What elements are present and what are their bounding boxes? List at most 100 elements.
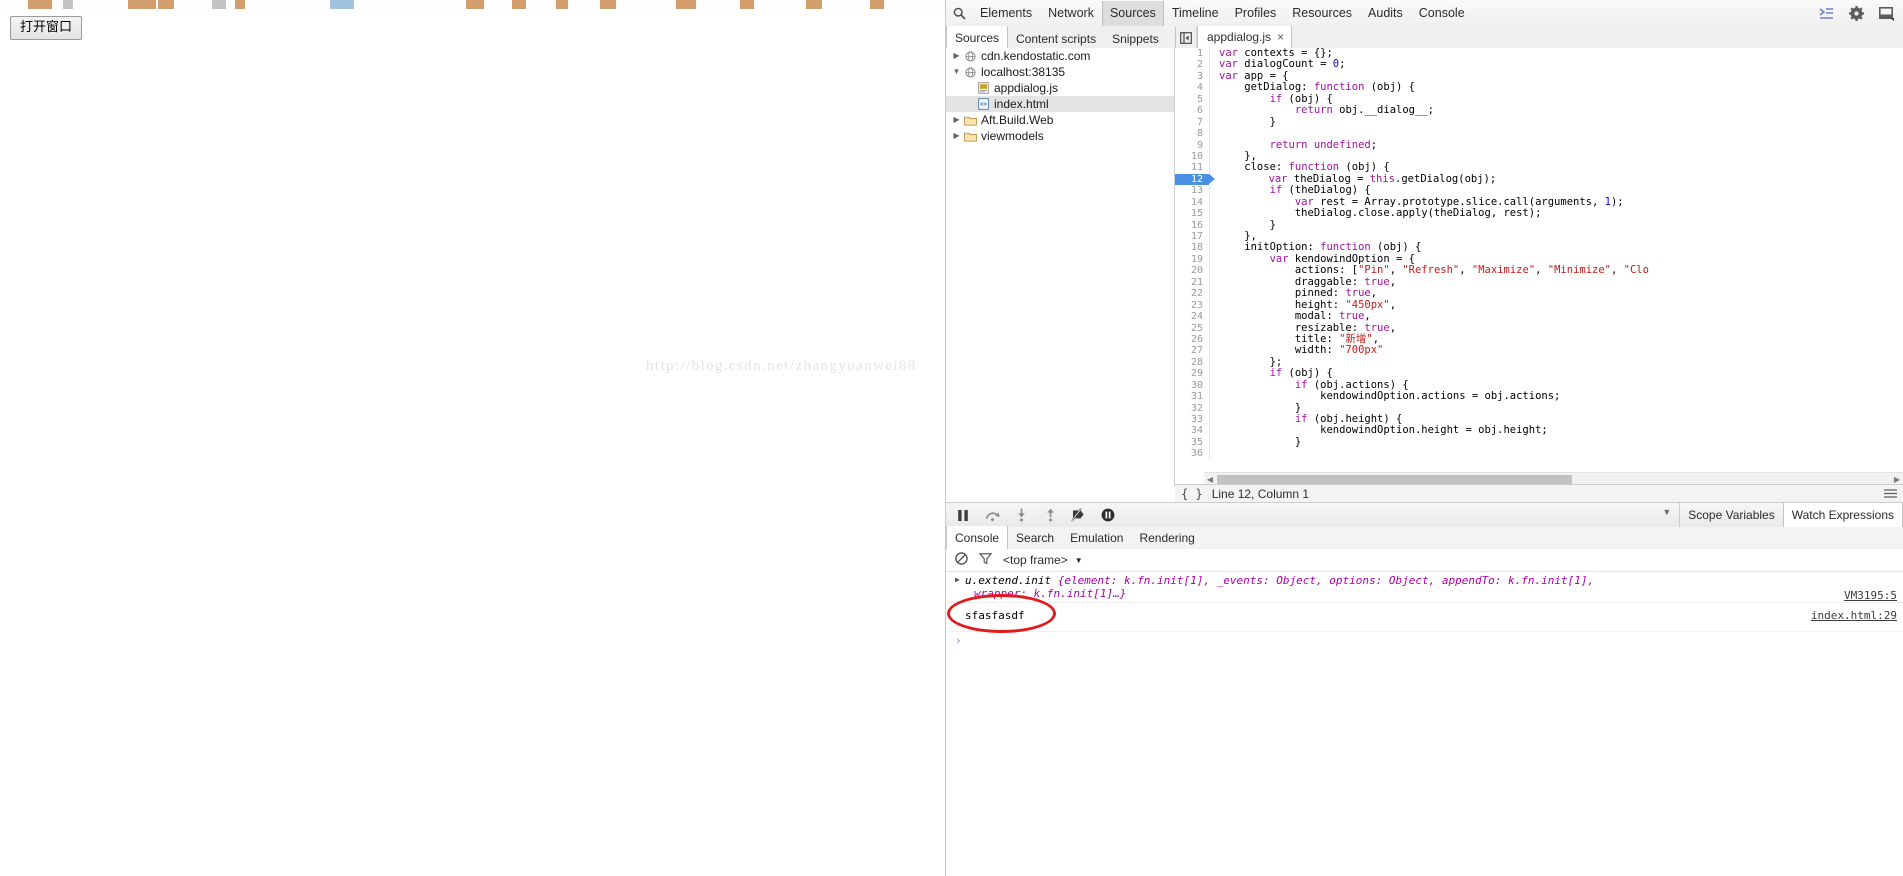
execution-context-selector[interactable]: <top frame> ▼: [1003, 553, 1083, 567]
line-number[interactable]: 3: [1175, 70, 1210, 83]
drawer-tab-search[interactable]: Search: [1008, 527, 1062, 549]
chevron-right-icon[interactable]: ▶: [950, 112, 963, 128]
drawer-tab-rendering[interactable]: Rendering: [1131, 527, 1202, 549]
sidebar-tab-scope-variables[interactable]: Scope Variables: [1680, 503, 1783, 527]
file-navigator[interactable]: ▶ cdn.kendostatic.com ▼ localhost:38135 …: [946, 48, 1175, 486]
console-source-link[interactable]: VM3195:5: [1844, 589, 1897, 602]
console-output[interactable]: ▶ u.extend.init {element: k.fn.init[1], …: [946, 572, 1903, 876]
line-number[interactable]: 27: [1175, 345, 1210, 357]
console-source-link[interactable]: index.html:29: [1811, 609, 1897, 622]
line-number[interactable]: 25: [1175, 322, 1210, 334]
chevron-right-icon[interactable]: ▶: [950, 48, 963, 64]
line-number[interactable]: 34: [1175, 425, 1210, 437]
line-number[interactable]: 24: [1175, 311, 1210, 323]
line-number[interactable]: 12: [1175, 173, 1215, 186]
code-line[interactable]: 22 pinned: true,: [1175, 287, 1903, 300]
line-number[interactable]: 5: [1175, 93, 1210, 106]
chevron-right-icon[interactable]: ▶: [950, 128, 963, 144]
line-number[interactable]: 30: [1175, 379, 1210, 392]
nav-tab-sources[interactable]: Sources: [946, 26, 1009, 48]
code-line[interactable]: 27 width: "700px": [1175, 344, 1903, 357]
line-number[interactable]: 2: [1175, 59, 1210, 71]
nav-tab-snippets[interactable]: Snippets: [1104, 27, 1167, 48]
nav-tab-content-scripts[interactable]: Content scripts: [1008, 27, 1104, 48]
line-number[interactable]: 14: [1175, 196, 1210, 209]
step-out-button[interactable]: [1041, 506, 1059, 524]
panel-tab-profiles[interactable]: Profiles: [1227, 1, 1285, 26]
line-number[interactable]: 18: [1175, 242, 1210, 254]
more-options-icon[interactable]: [1884, 487, 1903, 501]
code-line[interactable]: 9 return undefined;: [1175, 139, 1903, 151]
line-number[interactable]: 15: [1175, 208, 1210, 220]
scroll-right-icon[interactable]: ▶: [1891, 475, 1903, 484]
panel-tab-elements[interactable]: Elements: [972, 1, 1040, 26]
line-number[interactable]: 16: [1175, 219, 1210, 232]
code-editor[interactable]: 1 var contexts = {}; 2 var dialogCount = 0;…: [1175, 48, 1903, 486]
chevron-down-icon[interactable]: ▼: [1662, 507, 1671, 517]
line-number[interactable]: 19: [1175, 253, 1210, 266]
line-number[interactable]: 17: [1175, 231, 1210, 243]
tree-item-appdialog-js[interactable]: appdialog.js: [946, 80, 1174, 96]
line-number[interactable]: 33: [1175, 414, 1210, 426]
tree-item-viewmodels[interactable]: ▶ viewmodels: [946, 128, 1174, 144]
code-line[interactable]: 29 if (obj) {: [1175, 367, 1903, 380]
line-number[interactable]: 22: [1175, 288, 1210, 300]
panel-tab-sources[interactable]: Sources: [1101, 1, 1164, 26]
drawer-tab-emulation[interactable]: Emulation: [1062, 527, 1131, 549]
line-number[interactable]: 29: [1175, 368, 1210, 380]
pause-resume-button[interactable]: [954, 506, 972, 524]
drawer-tab-console[interactable]: Console: [946, 526, 1009, 549]
console-message-text[interactable]: sfasfasdf index.html:29: [946, 603, 1903, 632]
expand-arrow-icon[interactable]: ▶: [955, 575, 960, 584]
clear-console-icon[interactable]: [955, 552, 968, 568]
code-line[interactable]: 7 }: [1175, 116, 1903, 129]
scroll-left-icon[interactable]: ◀: [1204, 475, 1216, 484]
close-icon[interactable]: ×: [1277, 30, 1284, 44]
line-number[interactable]: 10: [1175, 150, 1210, 163]
code-line[interactable]: 31 kendowindOption.actions = obj.actions…: [1175, 390, 1903, 403]
search-icon[interactable]: [946, 7, 972, 20]
gear-icon[interactable]: [1848, 5, 1865, 22]
tree-item-aft-build-web[interactable]: ▶ Aft.Build.Web: [946, 112, 1174, 128]
sidebar-tab-watch-expressions[interactable]: Watch Expressions: [1782, 503, 1903, 527]
filter-icon[interactable]: [978, 552, 993, 568]
line-number[interactable]: 11: [1175, 162, 1210, 174]
line-number[interactable]: 1: [1175, 48, 1210, 60]
line-number[interactable]: 6: [1175, 105, 1210, 117]
chevron-down-icon[interactable]: ▼: [950, 64, 963, 80]
step-over-button[interactable]: [983, 506, 1001, 524]
code-viewport[interactable]: 1 var contexts = {}; 2 var dialogCount = 0;…: [1175, 48, 1903, 473]
collapse-sidebar-icon[interactable]: [1176, 27, 1197, 48]
line-number[interactable]: 35: [1175, 436, 1210, 449]
tree-item-index-html[interactable]: <> index.html: [946, 96, 1174, 112]
line-number[interactable]: 32: [1175, 402, 1210, 415]
line-number[interactable]: 13: [1175, 185, 1210, 197]
panel-tab-resources[interactable]: Resources: [1284, 1, 1360, 26]
step-into-button[interactable]: [1012, 506, 1030, 524]
tree-item-cdn-kendostatic[interactable]: ▶ cdn.kendostatic.com: [946, 48, 1174, 64]
panel-tab-console[interactable]: Console: [1411, 1, 1473, 26]
code-line[interactable]: 35 }: [1175, 436, 1903, 449]
console-prompt[interactable]: ›: [946, 632, 1903, 649]
code-line[interactable]: 6 return obj.__dialog__;: [1175, 104, 1903, 117]
code-line[interactable]: 15 theDialog.close.apply(theDialog, rest…: [1175, 207, 1903, 220]
code-line[interactable]: 16 }: [1175, 219, 1903, 232]
pause-on-exceptions-button[interactable]: [1099, 506, 1117, 524]
open-window-button[interactable]: 打开窗口: [10, 16, 83, 40]
chevron-down-icon[interactable]: ▼: [1075, 556, 1083, 565]
line-number[interactable]: 9: [1175, 139, 1210, 151]
code-line[interactable]: 24 modal: true,: [1175, 310, 1903, 323]
line-number[interactable]: 20: [1175, 265, 1210, 277]
deactivate-breakpoints-button[interactable]: [1070, 506, 1088, 524]
tree-item-localhost-38135[interactable]: ▼ localhost:38135: [946, 64, 1174, 80]
code-line[interactable]: 13 if (theDialog) {: [1175, 184, 1903, 197]
line-number[interactable]: 7: [1175, 116, 1210, 129]
scrollbar-thumb[interactable]: [1217, 475, 1572, 484]
line-number[interactable]: 8: [1175, 128, 1210, 140]
line-number[interactable]: 36: [1175, 448, 1210, 460]
code-line[interactable]: 36: [1175, 448, 1903, 460]
line-number[interactable]: 31: [1175, 391, 1210, 403]
line-number[interactable]: 23: [1175, 299, 1210, 312]
panel-tab-network[interactable]: Network: [1040, 1, 1102, 26]
line-number[interactable]: 28: [1175, 356, 1210, 369]
